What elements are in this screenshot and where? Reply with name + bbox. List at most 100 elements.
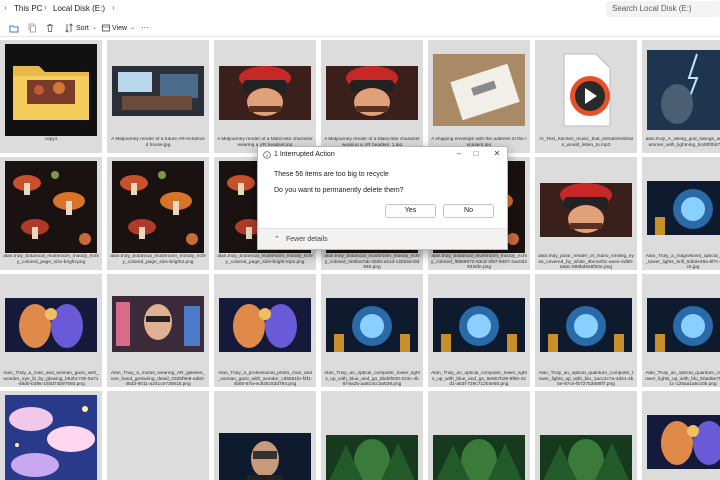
file-thumbnail — [647, 161, 720, 253]
file-thumbnail — [112, 278, 204, 370]
file-item[interactable]: Alan_Truly_an_optical_computer_tower_lig… — [428, 274, 530, 387]
file-thumbnail — [326, 278, 418, 370]
file-thumbnail — [540, 278, 632, 370]
file-item[interactable] — [321, 391, 423, 480]
breadcrumb-this-pc[interactable]: This PC — [14, 4, 42, 13]
file-item[interactable]: Alan_Truly_a_professional_photo_man_and_… — [214, 274, 316, 387]
file-thumbnail — [326, 395, 418, 480]
file-name: alan.truly_botanical_mushroom_moody_rich… — [431, 254, 527, 270]
file-item[interactable]: alan.truly_botanical_mushroom_moody_rich… — [0, 157, 102, 270]
more-options-button[interactable]: ··· — [141, 23, 149, 32]
sort-icon[interactable] — [64, 23, 74, 33]
chevron-up-icon[interactable]: ⌃ — [274, 235, 280, 243]
maximize-icon[interactable]: □ — [469, 149, 483, 161]
file-name: alan.truly_A_viking_god_swings_an_giant_… — [645, 137, 720, 148]
file-grid: copy1 A Midjourney render of a future AR-… — [0, 37, 720, 480]
dialog-footer: ⌃ Fewer details — [258, 228, 507, 249]
file-item[interactable]: Alan_Truly_a_magnificent_optical_compute… — [642, 157, 720, 270]
file-thumbnail — [433, 395, 525, 480]
delete-icon[interactable] — [45, 23, 55, 33]
file-item[interactable]: A shipping envelope with the address of … — [428, 40, 530, 153]
chevron-down-icon: ⌄ — [130, 25, 136, 31]
file-thumbnail — [433, 44, 525, 136]
file-thumbnail — [5, 278, 97, 370]
file-item[interactable] — [428, 391, 530, 480]
file-name: alan.truly_pixar_render_of_mario_smiling… — [538, 254, 634, 270]
file-name: Alan_Truly_a_man_and_woman_gaze_with_won… — [3, 371, 99, 387]
file-name: Alan_Truly_a_professional_photo_man_and_… — [217, 371, 313, 387]
file-name: alan.truly_botanical_mushroom_moody_rich… — [217, 254, 313, 265]
file-item[interactable] — [535, 391, 637, 480]
file-thumbnail — [112, 395, 204, 480]
file-item[interactable]: alan.truly_A_viking_god_swings_an_giant_… — [642, 40, 720, 153]
new-folder-icon[interactable] — [9, 23, 19, 33]
folder-item[interactable]: copy1 — [0, 40, 102, 153]
file-name: Alan_Truly_a_model_wearing_AR_glasses_on… — [110, 371, 206, 387]
file-item[interactable] — [0, 391, 102, 480]
file-name: Alan_Truly_an_optical_computer_tower_lig… — [431, 371, 527, 387]
file-thumbnail — [647, 278, 720, 370]
chevron-right-icon: › — [4, 3, 7, 12]
file-item[interactable]: A Midjourney render of a Mario-like char… — [321, 40, 423, 153]
minimize-icon[interactable]: – — [452, 149, 466, 161]
file-thumbnail — [219, 44, 311, 136]
file-thumbnail — [5, 161, 97, 253]
file-item[interactable]: Alan_Truly_an_optical_computer_tower_lig… — [321, 274, 423, 387]
file-thumbnail — [540, 161, 632, 253]
file-item[interactable] — [642, 391, 720, 480]
dialog-title: 1 Interrupted Action — [274, 151, 335, 158]
breadcrumb-local-disk[interactable]: Local Disk (E:) — [53, 4, 105, 13]
file-thumbnail — [647, 44, 720, 136]
file-thumbnail — [112, 44, 204, 136]
dialog-question: Do you want to permanently delete them? — [274, 187, 404, 194]
file-item[interactable]: Alan_Truly_an_optical_quantum_computer_t… — [642, 274, 720, 387]
file-item[interactable]: alan.truly_pixar_render_of_mario_smiling… — [535, 157, 637, 270]
file-item[interactable]: Alan_Truly_a_man_and_woman_gaze_with_won… — [0, 274, 102, 387]
chevron-right-icon: › — [44, 3, 47, 12]
file-name: copy1 — [44, 137, 58, 142]
file-item[interactable]: Alan_Truly_a_model_wearing_AR_glasses_on… — [107, 274, 209, 387]
file-item[interactable] — [214, 391, 316, 480]
yes-button[interactable]: Yes — [385, 204, 436, 218]
view-icon[interactable] — [101, 23, 111, 33]
dialog-message: These 56 items are too big to recycle — [274, 171, 389, 178]
fewer-details-toggle[interactable]: Fewer details — [286, 236, 328, 243]
copy-icon[interactable] — [27, 23, 37, 33]
chevron-right-icon: › — [112, 3, 115, 12]
file-item[interactable] — [107, 391, 209, 480]
file-item[interactable]: alan.truly_botanical_mushroom_moody_rich… — [107, 157, 209, 270]
view-button[interactable]: View — [112, 25, 127, 32]
file-thumbnail — [219, 278, 311, 370]
file-name: alan.truly_botanical_mushroom_moody_rich… — [3, 254, 99, 265]
command-bar: Sort ⌄ View ⌄ ··· — [0, 19, 720, 37]
file-thumbnail — [5, 44, 97, 136]
file-name: alan.truly_botanical_mushroom_moody_rich… — [324, 254, 420, 270]
file-item[interactable]: Alan_Truly_an_optical_quantum_computer_t… — [535, 274, 637, 387]
file-thumbnail — [433, 278, 525, 370]
file-name: Alan_Truly_a_magnificent_optical_compute… — [645, 254, 720, 270]
file-name: Alan_Truly_an_optical_computer_tower_lig… — [324, 371, 420, 387]
file-item[interactable]: A Midjourney render of a future AR-enhan… — [107, 40, 209, 153]
file-thumbnail — [647, 395, 720, 480]
no-button[interactable]: No — [443, 204, 494, 218]
chevron-down-icon: ⌄ — [92, 25, 98, 31]
file-name: alan.truly_botanical_mushroom_moody_rich… — [110, 254, 206, 265]
file-thumbnail — [219, 395, 311, 480]
sort-button[interactable]: Sort — [76, 25, 89, 32]
file-name: AI_Test_Kitchen_music_that_extraterrestr… — [539, 137, 633, 148]
file-thumbnail — [540, 395, 632, 480]
file-name: A Midjourney render of a future AR-enhan… — [111, 137, 205, 148]
interrupted-action-dialog: 1 Interrupted Action – □ ✕ These 56 item… — [257, 146, 508, 250]
file-thumbnail — [112, 161, 204, 253]
file-thumbnail — [540, 44, 632, 136]
close-icon[interactable]: ✕ — [490, 149, 504, 161]
file-name: Alan_Truly_an_optical_quantum_computer_t… — [538, 371, 634, 387]
search-input[interactable]: Search Local Disk (E:) — [606, 1, 720, 17]
info-icon — [263, 151, 271, 159]
file-name: Alan_Truly_an_optical_quantum_computer_t… — [645, 371, 720, 387]
file-thumbnail — [5, 395, 97, 480]
file-item[interactable]: AI_Test_Kitchen_music_that_extraterrestr… — [535, 40, 637, 153]
file-item[interactable]: A Midjourney render of a Mario-like char… — [214, 40, 316, 153]
address-bar: › This PC › Local Disk (E:) › Search Loc… — [0, 0, 720, 19]
file-thumbnail — [326, 44, 418, 136]
